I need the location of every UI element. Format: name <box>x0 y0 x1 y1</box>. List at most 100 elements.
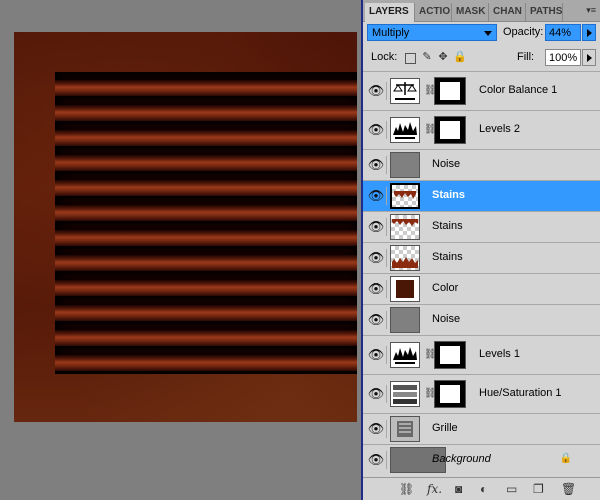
opacity-input[interactable]: 44% <box>545 24 581 41</box>
layer-row-selected[interactable]: 👁 Stains <box>363 180 600 211</box>
eye-icon[interactable]: 👁 <box>366 346 387 364</box>
lock-move-icon[interactable]: ✥ <box>437 51 449 63</box>
tab-masks[interactable]: MASK <box>452 3 489 21</box>
frame-bottom <box>55 374 357 422</box>
lock-brush-icon[interactable]: ✎ <box>421 51 433 63</box>
layer-name: Noise <box>432 158 461 170</box>
layer-name: Hue/Saturation 1 <box>479 387 562 399</box>
layers-panel: LAYERS ACTIO MASK CHAN PATHS ▾≡ Multiply… <box>361 0 600 500</box>
layer-name: Background <box>432 453 491 465</box>
layer-name: Noise <box>432 313 461 325</box>
layer-name: Grille <box>432 422 458 434</box>
layer-mask-thumb[interactable] <box>434 380 466 408</box>
trash-icon[interactable]: 🗑 <box>561 482 576 496</box>
tab-paths[interactable]: PATHS <box>526 3 563 21</box>
link-layers-icon[interactable]: ⛓ <box>399 482 414 496</box>
opacity-slider-button[interactable] <box>582 24 596 41</box>
dropdown-arrow-icon <box>484 31 492 36</box>
layer-row[interactable]: 👁 ⛓ Hue/Saturation 1 <box>363 374 600 413</box>
adjustment-layer-icon[interactable]: ◐ <box>480 482 487 496</box>
lock-transparent-icon[interactable] <box>405 53 416 64</box>
grille-thumb <box>390 416 420 442</box>
grille-slat <box>55 80 357 96</box>
layer-name: Stains <box>432 251 463 263</box>
tab-actions[interactable]: ACTIO <box>415 3 452 21</box>
grille-slat <box>55 155 357 171</box>
opacity-label: Opacity: <box>503 26 544 38</box>
lock-row: Lock: ✎ ✥ 🔒 Fill: 100% <box>363 47 600 69</box>
layer-row[interactable]: 👁 Stains <box>363 211 600 242</box>
eye-icon[interactable]: 👁 <box>366 280 387 298</box>
layer-row[interactable]: 👁 ⛓ Levels 2 <box>363 110 600 149</box>
layer-name: Levels 2 <box>479 123 520 135</box>
grille-slat <box>55 230 357 246</box>
fill-input[interactable]: 100% <box>545 49 581 66</box>
tab-channels[interactable]: CHAN <box>489 3 526 21</box>
eye-icon[interactable]: 👁 <box>366 451 387 469</box>
layer-row[interactable]: 👁 Noise <box>363 149 600 180</box>
stains-thumb <box>390 183 420 209</box>
layer-mask-thumb[interactable] <box>434 77 466 105</box>
color-swatch <box>396 280 414 298</box>
panel-menu-icon[interactable]: ▾≡ <box>586 5 596 16</box>
new-group-icon[interactable]: ▭ <box>506 482 517 496</box>
blend-mode-select[interactable]: Multiply <box>367 24 497 41</box>
layer-row[interactable]: 👁 Stains <box>363 242 600 273</box>
grille-slat <box>55 105 357 121</box>
lock-label: Lock: <box>371 51 398 63</box>
eye-icon[interactable]: 👁 <box>366 156 387 174</box>
panel-tabs: LAYERS ACTIO MASK CHAN PATHS ▾≡ <box>363 0 600 22</box>
grille-slat <box>55 130 357 146</box>
layer-name: Color Balance 1 <box>479 84 558 96</box>
frame-left <box>14 72 55 422</box>
layer-list: 👁 ⛓ Color Balance 1 👁 ⛓ Levels 2 👁 Noise <box>363 71 600 475</box>
stains-thumb <box>390 214 420 240</box>
eye-icon[interactable]: 👁 <box>366 420 387 438</box>
eye-icon[interactable]: 👁 <box>366 311 387 329</box>
hue-saturation-icon <box>390 381 420 407</box>
document-canvas[interactable] <box>14 32 357 422</box>
layer-name: Stains <box>432 220 463 232</box>
grille-slat <box>55 205 357 221</box>
grille-slat <box>55 305 357 321</box>
frame-top <box>14 32 357 72</box>
layer-row[interactable]: 👁 Noise <box>363 304 600 335</box>
color-thumb <box>390 276 420 302</box>
eye-icon[interactable]: 👁 <box>366 82 387 100</box>
eye-icon[interactable]: 👁 <box>366 187 387 205</box>
noise-thumb <box>390 152 420 178</box>
grille-vent <box>55 72 357 374</box>
layer-row[interactable]: 👁 Color <box>363 273 600 304</box>
fill-slider-button[interactable] <box>582 49 596 66</box>
lock-icon: 🔒 <box>559 453 572 464</box>
layer-name: Levels 1 <box>479 348 520 360</box>
grille-slat <box>55 180 357 196</box>
grille-slat <box>55 280 357 296</box>
layer-row[interactable]: 👁 Background 🔒 <box>363 444 600 475</box>
eye-icon[interactable]: 👁 <box>366 121 387 139</box>
levels-icon <box>390 117 420 143</box>
layer-row[interactable]: 👁 ⛓ Color Balance 1 <box>363 71 600 110</box>
grille-slat <box>55 330 357 346</box>
fx-icon[interactable]: fx. <box>427 482 442 496</box>
layer-row[interactable]: 👁 ⛓ Levels 1 <box>363 335 600 374</box>
tab-layers[interactable]: LAYERS <box>365 3 415 22</box>
noise-thumb <box>390 307 420 333</box>
layer-mask-thumb[interactable] <box>434 116 466 144</box>
eye-icon[interactable]: 👁 <box>366 385 387 403</box>
layer-row[interactable]: 👁 Grille <box>363 413 600 444</box>
lock-all-icon[interactable]: 🔒 <box>453 51 467 63</box>
eye-icon[interactable]: 👁 <box>366 249 387 267</box>
new-layer-icon[interactable]: ❐ <box>533 482 544 496</box>
levels-icon <box>390 342 420 368</box>
layer-name: Stains <box>432 189 466 201</box>
blend-row: Multiply Opacity: 44% <box>363 23 600 45</box>
blend-mode-value: Multiply <box>372 27 410 39</box>
layer-name: Color <box>432 282 459 294</box>
fill-label: Fill: <box>517 51 535 63</box>
balance-icon <box>390 78 420 104</box>
layer-mask-thumb[interactable] <box>434 341 466 369</box>
add-mask-icon[interactable]: ◙ <box>455 482 462 496</box>
eye-icon[interactable]: 👁 <box>366 218 387 236</box>
stains-thumb <box>390 245 420 271</box>
